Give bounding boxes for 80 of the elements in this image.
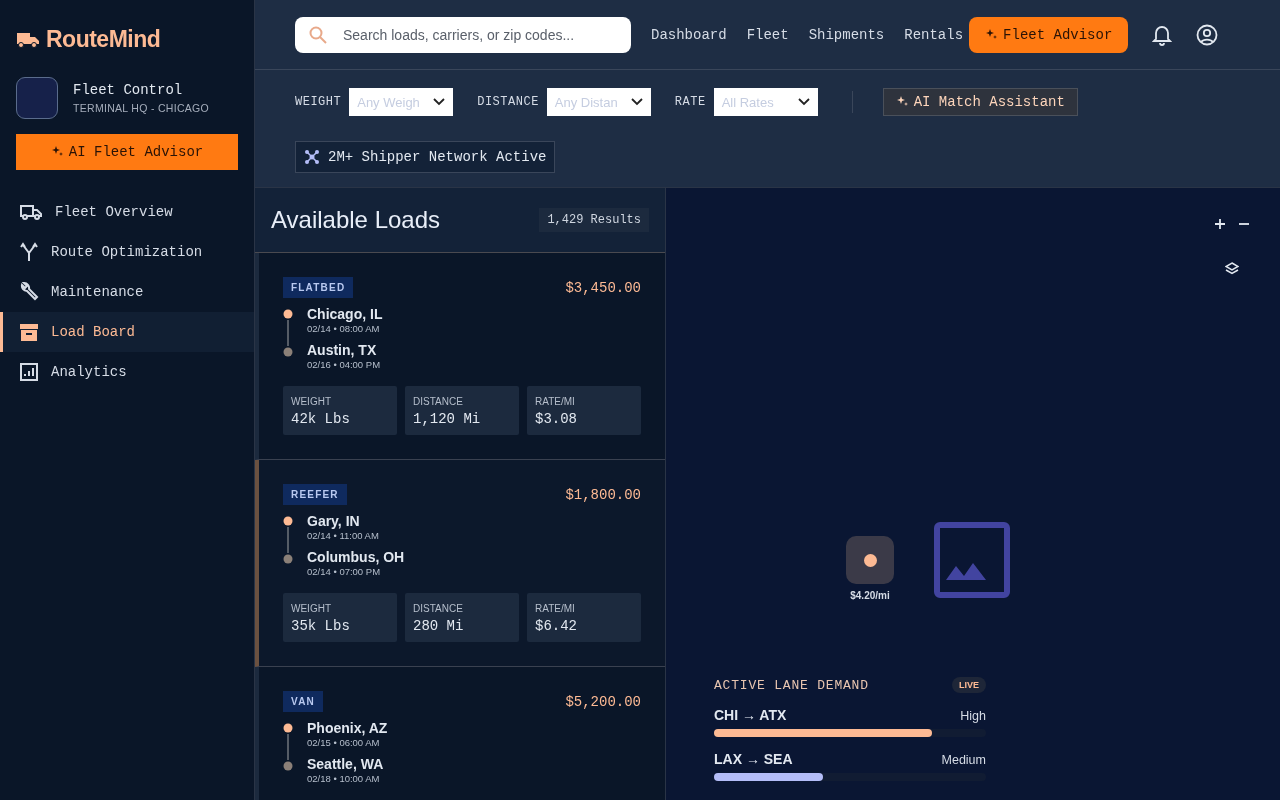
truck-icon [16, 30, 40, 49]
origin-time: 02/14 • 11:00 AM [307, 530, 380, 541]
load-card[interactable]: FLATBED $3,450.00 Chicago, IL 02/14 • 08:00 AM Austin, TX 02/16 • 04:00 PM WEIGHT 42k Lbs DISTANCE 1,120 Mi RATE/MI $3.08 [255, 253, 665, 460]
workspace-subtitle: TERMINAL HQ - CHICAGO [73, 102, 209, 114]
lane-route: CHI → ATX [714, 707, 787, 723]
workspace-title: Fleet Control [73, 82, 184, 98]
stat-label: DISTANCE [413, 603, 464, 614]
search-field[interactable]: Search loads, carriers, or zip codes... [295, 16, 631, 53]
filter-label: RATE [674, 95, 706, 109]
nav-link[interactable]: Fleet [746, 26, 789, 43]
origin-city: Gary, IN [307, 513, 361, 530]
type-tag: VAN [283, 691, 323, 712]
network-badge: 2M+ Shipper Network Active [295, 141, 556, 173]
nav-link[interactable]: Shipments [808, 26, 885, 43]
nav-item[interactable]: Fleet Overview [0, 192, 254, 232]
chevron-down-icon [630, 98, 643, 106]
destination-time: 02/18 • 10:00 AM [307, 773, 381, 784]
nav-item[interactable]: Analytics [0, 352, 254, 392]
destination-city: Austin, TX [307, 342, 378, 359]
origin-time: 02/15 • 06:00 AM [307, 737, 381, 748]
lane-route: LAX → SEA [714, 751, 793, 767]
price: $5,200.00 [565, 693, 641, 710]
stat-label: RATE/MI [535, 396, 576, 407]
live-badge: LIVE [952, 677, 986, 693]
nav-item[interactable]: Load Board [0, 312, 254, 352]
brand-name: RouteMind [46, 26, 161, 53]
demand-level: High [960, 709, 986, 723]
type-tag: REEFER [283, 484, 347, 505]
stat-label: DISTANCE [413, 396, 464, 407]
layers-icon[interactable] [1225, 262, 1239, 276]
nav-link[interactable]: Rentals [904, 26, 964, 43]
origin-city: Phoenix, AZ [307, 720, 388, 737]
panel-title: Available Loads [271, 206, 441, 234]
nav-item[interactable]: Route Optimization [0, 232, 254, 272]
stat-value: 1,120 Mi [413, 411, 482, 427]
marker-label: $4.20/mi [850, 590, 890, 601]
price: $3,450.00 [565, 279, 641, 296]
price: $1,800.00 [565, 486, 641, 503]
stat-label: RATE/MI [535, 603, 576, 614]
chart-icon [19, 362, 39, 382]
fork-icon [19, 242, 39, 262]
load-card[interactable]: REEFER $1,800.00 Gary, IN 02/14 • 11:00 AM Columbus, OH 02/14 • 07:00 PM WEIGHT 35k Lbs DISTANCE 280 Mi RATE/MI $6.42 [255, 460, 665, 667]
truck-icon [19, 203, 43, 221]
origin-city: Chicago, IL [307, 306, 383, 323]
lane-demand-title: ACTIVE LANE DEMAND [714, 677, 869, 693]
demand-level: Medium [941, 753, 986, 767]
zoom-in-icon[interactable] [1214, 218, 1226, 230]
origin-time: 02/14 • 08:00 AM [307, 323, 381, 334]
filter-label: DISTANCE [477, 95, 539, 109]
stat-value: $6.42 [535, 618, 578, 634]
destination-city: Columbus, OH [307, 549, 405, 566]
destination-city: Seattle, WA [307, 756, 385, 773]
chevron-down-icon [797, 98, 810, 106]
fleet-advisor-button[interactable]: Fleet Advisor [969, 16, 1129, 53]
nav-link[interactable]: Dashboard [651, 26, 727, 43]
image-icon [934, 522, 1010, 598]
stat-label: WEIGHT [291, 603, 332, 614]
nav-item[interactable]: Maintenance [0, 272, 254, 312]
stat-value: 42k Lbs [291, 411, 351, 427]
stat-value: 280 Mi [413, 618, 465, 634]
workspace-logo [16, 77, 58, 119]
wrench-icon [19, 282, 39, 302]
ai-fleet-advisor-button[interactable]: AI Fleet Advisor [16, 134, 238, 170]
bell-icon[interactable] [1152, 23, 1173, 46]
results-count: 1,429 Results [539, 208, 649, 232]
stat-label: WEIGHT [291, 396, 332, 407]
type-tag: FLATBED [283, 277, 354, 298]
search-icon [309, 25, 327, 44]
destination-time: 02/16 • 04:00 PM [307, 359, 382, 370]
user-icon[interactable] [1196, 23, 1219, 46]
ai-match-assistant-button[interactable]: AI Match Assistant [882, 88, 1078, 116]
filter-label: WEIGHT [295, 95, 342, 109]
archive-icon [19, 322, 39, 342]
map-marker[interactable] [846, 536, 894, 584]
destination-time: 02/14 • 07:00 PM [307, 566, 382, 577]
sparkle-icon [985, 27, 998, 40]
stat-value: $3.08 [535, 411, 578, 427]
network-icon [304, 149, 320, 165]
chevron-down-icon [433, 98, 446, 106]
stat-value: 35k Lbs [291, 618, 351, 634]
